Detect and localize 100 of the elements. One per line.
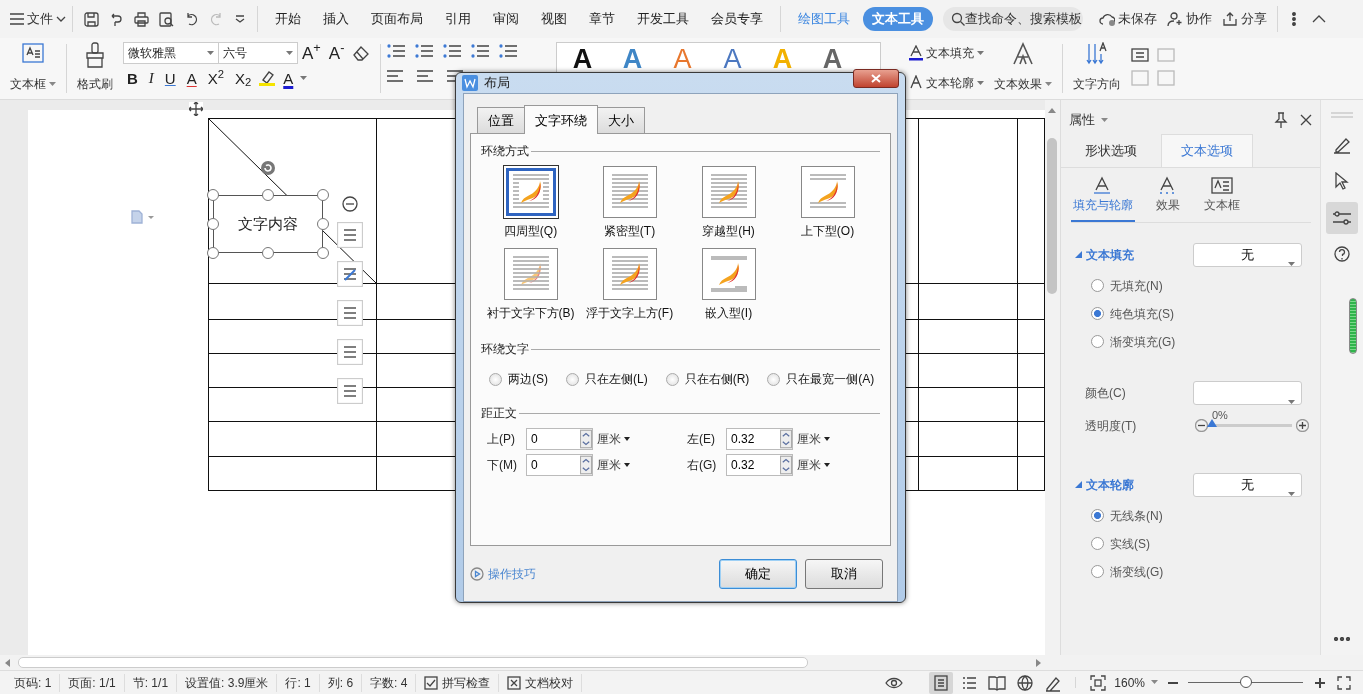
collapse-icon[interactable]	[1312, 15, 1326, 23]
radio-option[interactable]: 渐变线(G)	[1091, 562, 1320, 581]
text-style-preview[interactable]: A	[557, 46, 608, 73]
dialog-tab[interactable]: 位置	[477, 106, 525, 133]
wrap-style-option[interactable]: 穿越型(H)	[679, 166, 778, 240]
text-style-preview[interactable]: A	[707, 46, 758, 73]
print-button[interactable]	[134, 11, 149, 27]
scrollbar-thumb[interactable]	[18, 657, 808, 668]
unit-dropdown[interactable]: 厘米	[597, 430, 630, 448]
toolbar-action[interactable]: 分享	[1222, 9, 1267, 29]
radio-option[interactable]: 纯色填充(S)	[1091, 304, 1320, 323]
panel-title[interactable]: 属性	[1069, 110, 1108, 130]
ribbon-tab[interactable]: 引用	[436, 7, 480, 31]
section-heading[interactable]: 文本轮廓	[1075, 475, 1134, 494]
ok-button[interactable]: 确定	[719, 558, 797, 589]
dialog-tab[interactable]: 大小	[597, 106, 645, 133]
ribbon-tab[interactable]: 会员专享	[702, 7, 772, 31]
zoom-in-icon[interactable]	[1315, 677, 1325, 688]
toolbar-action[interactable]: 协作	[1167, 9, 1212, 29]
resize-handle[interactable]	[207, 218, 219, 230]
search-field[interactable]: 查找命令、搜索模板	[943, 7, 1083, 31]
scroll-up-icon[interactable]	[1048, 108, 1056, 113]
wrap-style-option[interactable]: 衬于文字下方(B)	[481, 248, 580, 322]
text-box-button[interactable]: 文本框	[6, 38, 60, 99]
close-button[interactable]	[853, 69, 899, 89]
resize-handle[interactable]	[262, 189, 274, 201]
ribbon-tab[interactable]: 章节	[580, 7, 624, 31]
eye-icon[interactable]	[885, 676, 904, 689]
unit-dropdown[interactable]: 厘米	[797, 456, 830, 474]
eraser-icon[interactable]	[352, 45, 371, 61]
radio-option[interactable]: 只在左侧(L)	[566, 370, 648, 388]
fit-icon[interactable]	[1090, 674, 1107, 691]
text-effect-button[interactable]: 文本效果	[990, 38, 1057, 99]
font-name-field[interactable]: 微软雅黑	[123, 42, 219, 64]
panel-tab[interactable]: 文本选项	[1161, 134, 1253, 167]
ribbon-tab[interactable]: 插入	[314, 7, 358, 31]
cancel-button[interactable]: 取消	[805, 558, 883, 589]
format-button[interactable]: A	[182, 70, 201, 86]
rotate-handle-icon[interactable]	[260, 160, 276, 176]
move-handle-icon[interactable]	[189, 102, 203, 116]
panel-subtab[interactable]: 填充与轮廓	[1071, 175, 1135, 222]
help-icon[interactable]	[1334, 246, 1350, 262]
dropdown-field[interactable]: 无	[1193, 472, 1302, 497]
unit-dropdown[interactable]: 厘米	[597, 456, 630, 474]
status-tool-button[interactable]: 拼写检查	[416, 673, 500, 692]
panel-tab[interactable]: 形状选项	[1061, 134, 1161, 166]
format-painter-button[interactable]: 格式刷	[73, 38, 117, 99]
font-size-step-button[interactable]: A$^{+}$	[298, 44, 325, 62]
font-size-step-button[interactable]: A$^{-}$	[324, 44, 349, 62]
ribbon-tab[interactable]: 审阅	[484, 7, 528, 31]
radio-option[interactable]: 只在右侧(R)	[665, 370, 750, 388]
ribbon-tab[interactable]: 开始	[266, 7, 310, 31]
dropdown-field[interactable]: 无	[1193, 242, 1302, 267]
format-button[interactable]: B	[123, 70, 142, 86]
align-left-icon[interactable]	[387, 70, 404, 82]
resize-handle[interactable]	[317, 247, 329, 259]
radio-option[interactable]: 无线条(N)	[1091, 506, 1320, 525]
section-heading[interactable]: 文本填充	[1075, 245, 1134, 264]
status-tool-button[interactable]: 文档校对	[499, 673, 583, 692]
unit-dropdown[interactable]: 厘米	[797, 430, 830, 448]
panel-subtab[interactable]: 效果	[1154, 175, 1183, 222]
scroll-left-icon[interactable]	[5, 659, 10, 667]
zoom-dropdown[interactable]: 160%	[1114, 673, 1158, 692]
text-fill-button[interactable]: 文本填充	[909, 44, 985, 62]
resize-handle[interactable]	[317, 189, 329, 201]
format-button[interactable]: X$^{2}$	[203, 70, 228, 86]
format-button[interactable]: U	[160, 70, 180, 86]
resize-handle[interactable]	[207, 189, 219, 201]
font-color-button[interactable]: A	[279, 70, 298, 86]
color-dropdown[interactable]	[1193, 380, 1302, 405]
print-preview-button[interactable]	[159, 11, 174, 27]
slider-thumb[interactable]	[1207, 419, 1217, 427]
zoom-out-icon[interactable]	[1168, 681, 1178, 684]
highlighter-icon[interactable]	[258, 70, 277, 86]
radio-option[interactable]: 实线(S)	[1091, 534, 1320, 553]
wrap-style-option[interactable]: 四周型(Q)	[481, 166, 580, 240]
more-icon[interactable]	[1292, 12, 1296, 26]
link-text-box-icon[interactable]	[1131, 46, 1150, 62]
wrap-style-option[interactable]: 嵌入型(I)	[679, 248, 778, 322]
slider-thumb[interactable]	[1239, 676, 1252, 688]
resize-handle[interactable]	[207, 247, 219, 259]
customize-icon[interactable]	[235, 15, 245, 23]
radio-option[interactable]: 渐变填充(G)	[1091, 332, 1320, 351]
fullscreen-icon[interactable]	[1337, 675, 1351, 690]
bullet-list-icon[interactable]	[387, 44, 406, 58]
wrap-style-option[interactable]: 紧密型(T)	[580, 166, 679, 240]
minus-icon[interactable]	[1195, 419, 1208, 432]
collapse-toolbar-icon[interactable]	[342, 196, 358, 212]
font-size-field[interactable]: 六号	[218, 42, 298, 64]
format-button[interactable]: X$_{2}$	[231, 70, 256, 86]
scrollbar-thumb[interactable]	[1047, 138, 1057, 294]
toolbar-action[interactable]: 未保存	[1099, 9, 1157, 29]
plus-icon[interactable]	[1296, 419, 1309, 432]
drag-handle-icon[interactable]	[1331, 112, 1353, 118]
wrap-style-option[interactable]: 上下型(O)	[778, 166, 877, 240]
radio-option[interactable]: 只在最宽一侧(A)	[767, 370, 875, 388]
ribbon-tab[interactable]: 视图	[532, 7, 576, 31]
dialog-tab[interactable]: 文字环绕	[524, 104, 598, 134]
panel-subtab[interactable]: 文本框	[1201, 175, 1242, 222]
properties-tab[interactable]	[1326, 202, 1358, 234]
